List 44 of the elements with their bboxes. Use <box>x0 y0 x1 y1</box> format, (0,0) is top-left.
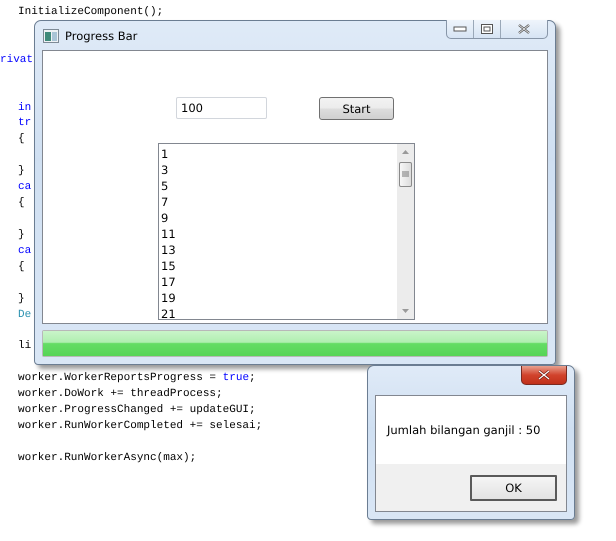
list-item[interactable]: 7 <box>161 194 168 210</box>
list-item[interactable]: 15 <box>161 258 176 274</box>
close-icon <box>537 370 551 380</box>
code-line: in <box>17 100 32 116</box>
number-list[interactable]: 1 3 5 7 9 11 13 15 17 19 21 <box>158 143 415 320</box>
code-line: rivat <box>0 52 34 68</box>
minimize-icon <box>453 25 467 33</box>
code-line: De <box>17 308 32 323</box>
scrollbar[interactable] <box>397 144 414 319</box>
scrollbar-thumb[interactable] <box>399 162 412 187</box>
list-item[interactable]: 19 <box>161 290 176 306</box>
close-icon <box>517 24 531 34</box>
start-button[interactable]: Start <box>319 97 394 120</box>
code-line: worker.RunWorkerCompleted += selesai; <box>17 418 262 434</box>
code-line: worker.ProgressChanged += updateGUI; <box>17 403 256 418</box>
list-item[interactable]: 17 <box>161 274 176 290</box>
code-line: InitializeComponent(); <box>17 5 164 20</box>
window-icon <box>43 29 59 43</box>
list-item[interactable]: 3 <box>161 162 168 178</box>
list-item[interactable]: 21 <box>161 306 176 319</box>
code-line: { <box>17 132 25 148</box>
code-line: } <box>17 228 25 243</box>
window-title: Progress Bar <box>65 29 138 43</box>
code-line: } <box>17 164 25 180</box>
maximize-icon <box>481 24 493 34</box>
ok-button[interactable]: OK <box>470 474 557 500</box>
code-line: tr <box>17 116 32 132</box>
code-line: } <box>17 292 25 307</box>
list-item[interactable]: 9 <box>161 210 168 226</box>
list-item[interactable]: 1 <box>161 146 168 162</box>
message-text: Jumlah bilangan ganjil : 50 <box>387 423 540 437</box>
code-line: worker.WorkerReportsProgress = true; <box>17 371 256 386</box>
list-item[interactable]: 13 <box>161 242 176 258</box>
code-line: ca <box>17 244 32 259</box>
code-line: worker.DoWork += threadProcess; <box>17 387 223 402</box>
code-line: worker.RunWorkerAsync(max); <box>17 450 196 466</box>
close-button[interactable] <box>521 366 567 385</box>
list-item[interactable]: 11 <box>161 226 176 242</box>
code-line: { <box>17 260 25 275</box>
list-item[interactable]: 5 <box>161 178 168 194</box>
code-line: ca <box>17 180 32 196</box>
code-line: { <box>17 196 25 212</box>
number-field[interactable]: 100 <box>176 97 267 119</box>
code-line: li <box>17 339 32 354</box>
